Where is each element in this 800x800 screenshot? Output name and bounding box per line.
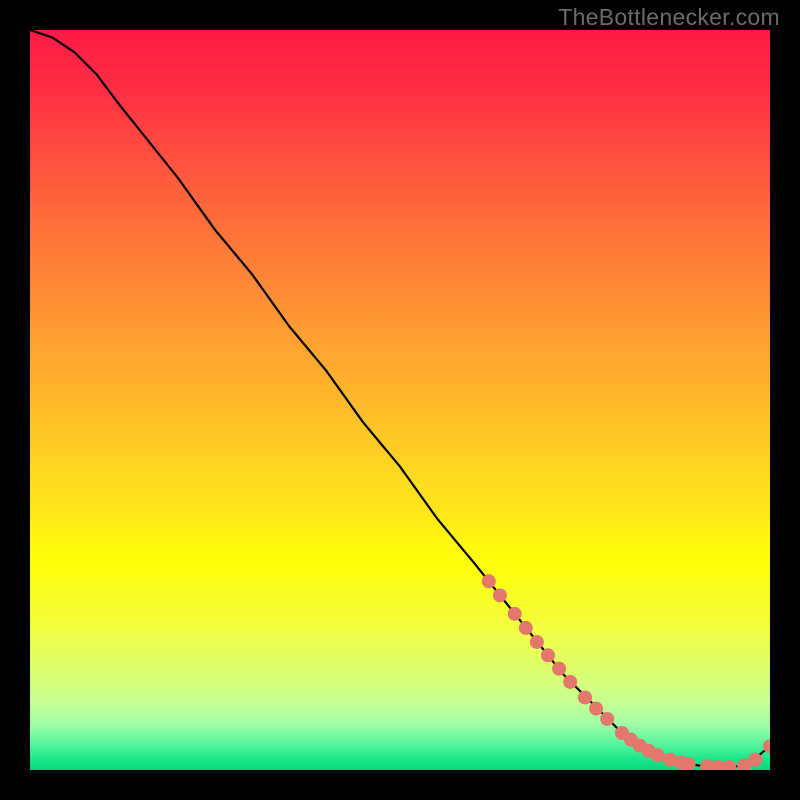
watermark-label: TheBottlenecker.com bbox=[558, 4, 780, 31]
highlight-dot bbox=[578, 690, 592, 704]
highlight-dot bbox=[651, 748, 665, 762]
highlight-dot bbox=[508, 607, 522, 621]
chart-stage: TheBottlenecker.com bbox=[0, 0, 800, 800]
gradient-backdrop bbox=[30, 30, 770, 770]
plot-svg bbox=[30, 30, 770, 770]
highlight-dot bbox=[589, 702, 603, 716]
highlight-dot bbox=[552, 662, 566, 676]
plot-area bbox=[30, 30, 770, 770]
highlight-dot bbox=[482, 574, 496, 588]
highlight-dot bbox=[541, 648, 555, 662]
highlight-dot bbox=[600, 712, 614, 726]
highlight-dot bbox=[748, 753, 762, 767]
highlight-dot bbox=[519, 621, 533, 635]
highlight-dot bbox=[530, 635, 544, 649]
highlight-dot bbox=[563, 675, 577, 689]
highlight-dot bbox=[493, 588, 507, 602]
